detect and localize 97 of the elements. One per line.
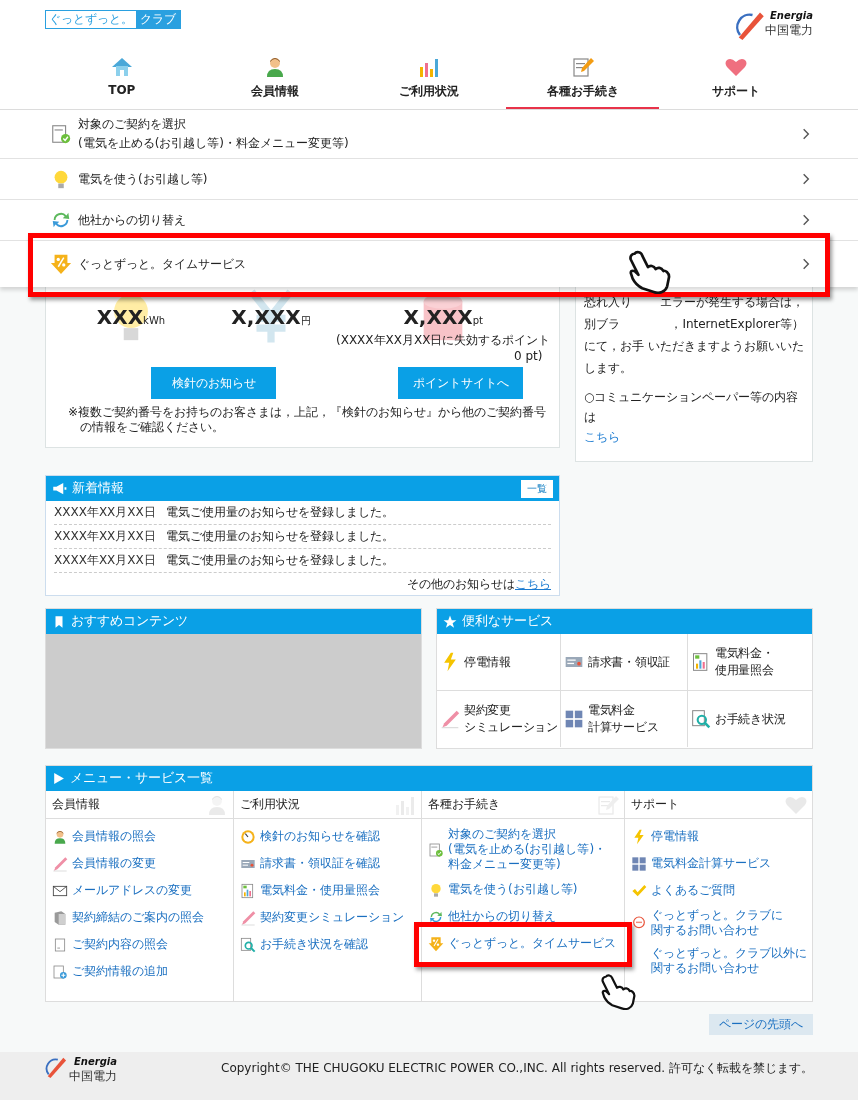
menu-link[interactable]: 電気料金・使用量照会 <box>240 881 418 900</box>
view-all-button[interactable]: 一覧 <box>521 479 553 498</box>
notice-text: エラーが発生する場合は， <box>660 294 804 311</box>
service-link[interactable]: 契約変更 シミュレーション <box>437 691 561 747</box>
document-check-icon <box>50 123 72 145</box>
nav-tab[interactable]: TOP <box>45 55 199 109</box>
action-button[interactable]: ポイントサイトへ <box>398 367 523 399</box>
notice-text: ，InternetExplorer等） <box>670 316 804 333</box>
expiry-note: (XXXX年XX月XX日に失効するポイント <box>336 332 551 349</box>
news-date: XXXX年XX月XX日 <box>54 504 157 521</box>
panel-title: 新着情報 <box>72 480 125 497</box>
menu-link[interactable]: メールアドレスの変更 <box>52 881 229 900</box>
column-title: サポート <box>631 796 679 813</box>
notice-text: ○コミュニケーションペーパー等の内容は <box>584 389 800 426</box>
menu-link[interactable]: ご契約内容の照会 <box>52 935 229 954</box>
club-logo[interactable]: ぐっとずっと。 クラブ <box>45 10 181 29</box>
megaphone-icon <box>52 481 67 496</box>
play-icon <box>52 772 65 785</box>
service-link[interactable]: 停電情報 <box>437 634 561 691</box>
dropdown-item[interactable]: 対象のご契約を選択 (電気を止める(お引越し等)・料金メニュー変更等) <box>0 110 858 158</box>
brand-logo-icon <box>45 1056 67 1078</box>
calculator-icon <box>564 709 584 729</box>
document-icon <box>52 936 68 953</box>
document-plus-icon <box>52 963 68 980</box>
service-link[interactable]: 電気料金・ 使用量照会 <box>688 634 812 691</box>
stat-value: X,XXXpt <box>402 305 484 329</box>
star-icon <box>443 614 457 629</box>
dropdown-item[interactable]: ぐっとずっと。タイムサービス <box>0 241 858 287</box>
news-text: 電気ご使用量のお知らせを登録しました。 <box>166 552 394 569</box>
here-link[interactable]: こちら <box>515 577 551 591</box>
menu-link[interactable]: 停電情報 <box>631 827 808 846</box>
service-link[interactable]: 電気料金 計算サービス <box>561 691 688 747</box>
person-icon <box>52 828 68 845</box>
pencil-icon <box>240 909 256 926</box>
news-text: 電気ご使用量のお知らせを登録しました。 <box>166 528 394 545</box>
panel-title: 便利なサービス <box>462 613 554 630</box>
stat-value: X,XXX円 <box>231 305 311 329</box>
menu-link[interactable]: 対象のご契約を選択 (電気を止める(お引越し等)・ 料金メニュー変更等) <box>428 827 620 872</box>
discount-arrow-icon <box>428 935 445 952</box>
menu-link[interactable]: お手続き状況を確認 <box>240 935 418 954</box>
news-date: XXXX年XX月XX日 <box>54 552 157 569</box>
menu-link[interactable]: ぐっとずっと。タイムサービス <box>428 934 620 953</box>
search-icon <box>691 709 711 729</box>
notice-text: にて，お手 <box>584 338 644 355</box>
document-check-icon <box>428 841 445 858</box>
panel-title: おすすめコンテンツ <box>71 613 189 630</box>
menu-link[interactable]: 電気料金計算サービス <box>631 854 808 873</box>
pencil-icon <box>440 709 460 729</box>
menu-link[interactable]: 会員情報の照会 <box>52 827 229 846</box>
news-text: 電気ご使用量のお知らせを登録しました。 <box>166 504 394 521</box>
nav-tab[interactable]: 会員情報 <box>198 55 353 109</box>
menu-link[interactable]: ご契約情報の追加 <box>52 962 229 981</box>
dropdown-item[interactable]: 他社からの切り替え <box>0 200 858 240</box>
service-link[interactable]: 請求書・領収証 <box>561 634 688 691</box>
calculator-icon <box>631 855 647 872</box>
brand-logo-icon <box>735 10 765 40</box>
menu-link[interactable]: 契約変更シミュレーション <box>240 908 418 927</box>
gauge-icon <box>240 828 256 845</box>
nav-tab[interactable]: ご利用状況 <box>352 55 506 109</box>
menu-link[interactable]: 他社からの切り替え <box>428 907 620 926</box>
menu-link[interactable]: 会員情報の変更 <box>52 854 229 873</box>
copyright-text: Copyright© THE CHUGOKU ELECTRIC POWER CO.,INC. All rights reserved. 許可なく転載を禁じます。 <box>221 1060 813 1077</box>
search-icon <box>240 936 256 953</box>
nav-tab[interactable]: サポート <box>659 55 813 109</box>
column-title: ご利用状況 <box>240 796 300 813</box>
menu-link[interactable]: 検針のお知らせを確認 <box>240 827 418 846</box>
pencil-icon <box>52 855 68 872</box>
stat-value: XXXkWh <box>96 305 166 329</box>
column-title: 会員情報 <box>52 796 100 813</box>
column-title: 各種お手続き <box>428 796 501 813</box>
menu-link[interactable]: ぐっとずっと。クラブ以外に 関するお問い合わせ <box>631 946 808 976</box>
discount-arrow-icon <box>50 253 72 275</box>
news-date: XXXX年XX月XX日 <box>54 528 157 545</box>
more-text: その他のお知らせは <box>407 577 515 591</box>
dropdown-item[interactable]: 電気を使う(お引越し等) <box>0 159 858 199</box>
menu-link[interactable]: 請求書・領収証を確認 <box>240 854 418 873</box>
chart-icon <box>240 882 256 899</box>
back-to-top-button[interactable]: ページの先頭へ <box>709 1014 813 1035</box>
menu-link[interactable]: 契約締結のご案内の照会 <box>52 908 229 927</box>
book-icon <box>52 909 68 926</box>
here-link[interactable]: こちら <box>584 430 620 444</box>
notice-text: します。 <box>584 360 632 377</box>
brand-subtitle: 中国電力 <box>765 22 813 39</box>
notice-text: いただきますようお願いいた <box>648 338 804 355</box>
note-text: ※複数ご契約番号をお持ちのお客さまは，上記，『検針のお知らせ』から他のご契約番号の情報をご確認ください。 <box>68 405 548 435</box>
brand-subtitle: 中国電力 <box>69 1068 117 1085</box>
menu-link[interactable]: よくあるご質問 <box>631 881 808 900</box>
checkmark-icon <box>631 882 647 899</box>
service-link[interactable]: お手続き状況 <box>688 691 812 747</box>
menu-link[interactable]: 電気を使う(お引越し等) <box>428 880 620 899</box>
brand-name: Energia <box>770 10 813 21</box>
expiry-points: 0 pt) <box>513 349 544 363</box>
brand-name: Energia <box>74 1056 117 1067</box>
menu-link[interactable]: ぐっとずっと。クラブに 関するお問い合わせ <box>631 908 808 938</box>
action-button[interactable]: 検針のお知らせ <box>151 367 276 399</box>
notice-text: 別ブラ <box>584 316 620 333</box>
panel-title: メニュー・サービス一覧 <box>70 770 214 787</box>
